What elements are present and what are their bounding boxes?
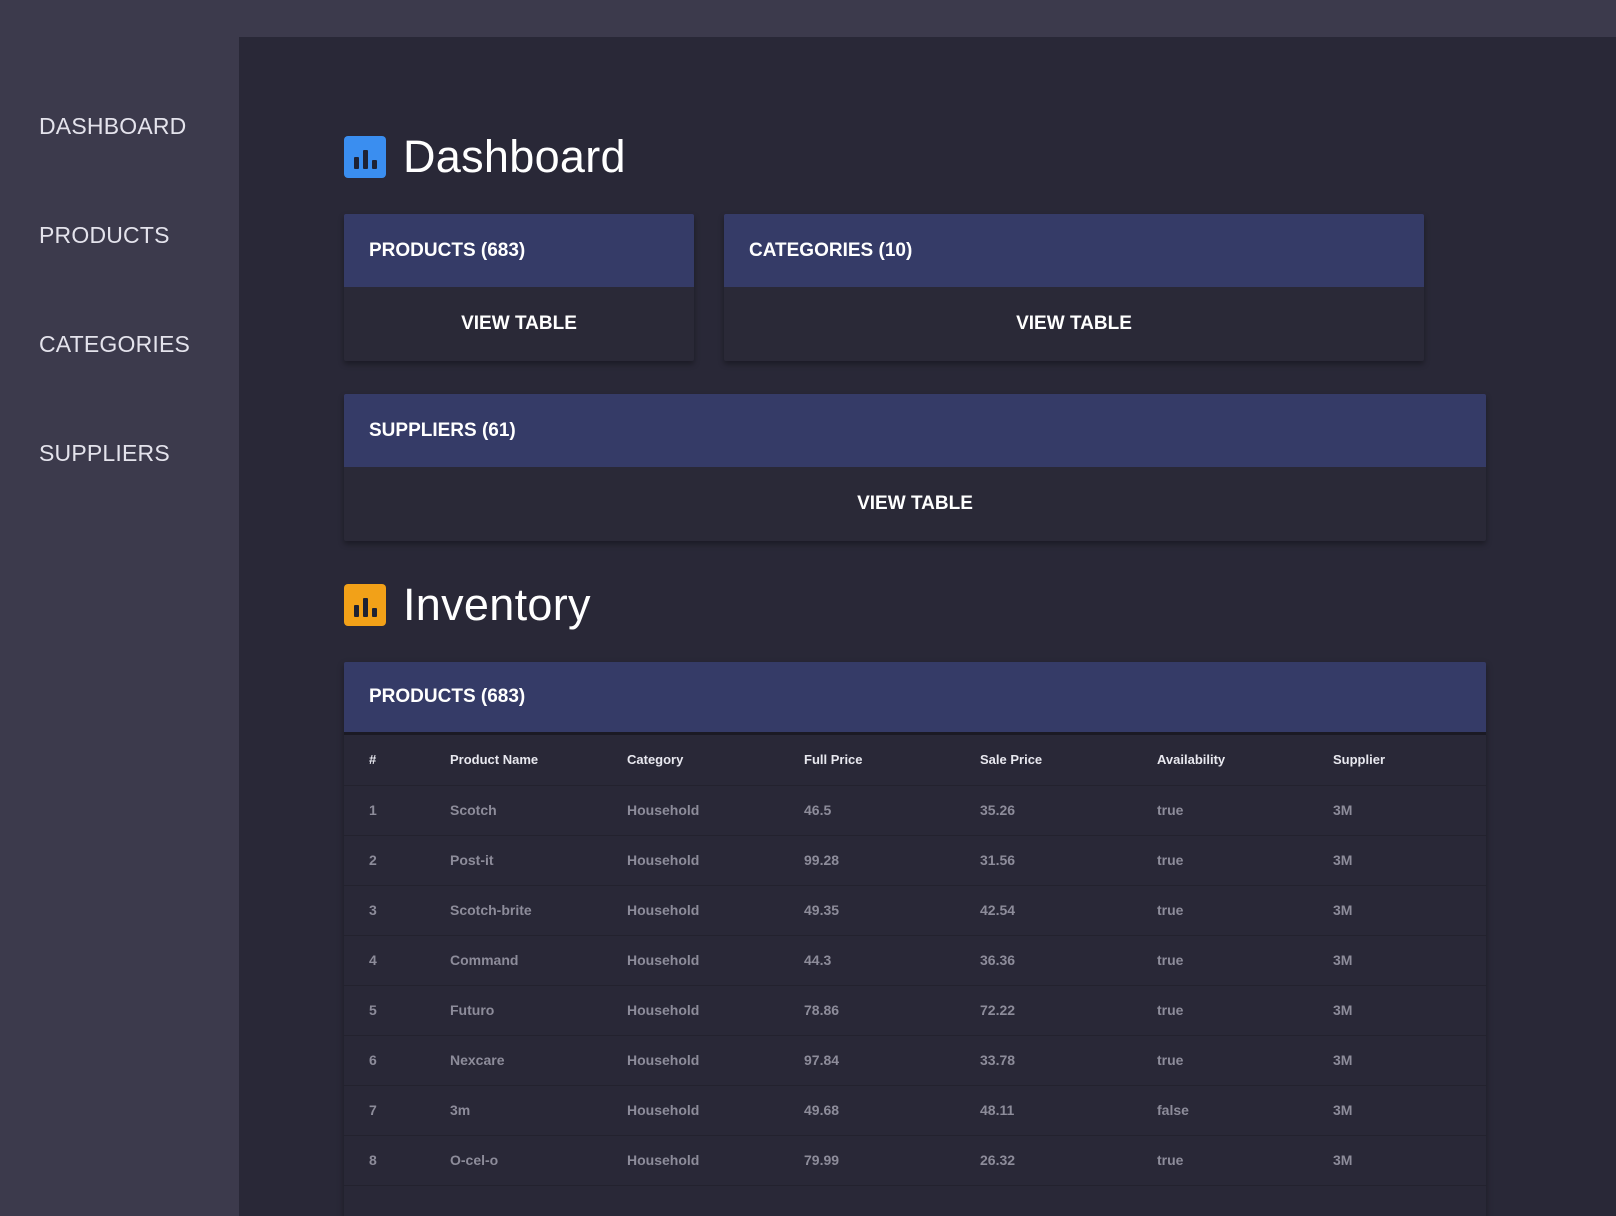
table-cell: Household (602, 1085, 779, 1136)
table-cell: 31.56 (955, 835, 1132, 886)
table-cell: 44.3 (779, 935, 955, 986)
table-cell: Command (425, 935, 602, 986)
table-cell: 3M (1308, 935, 1486, 986)
column-header[interactable]: Availability (1132, 735, 1308, 786)
table-cell: Futuro (425, 985, 602, 1036)
inventory-heading: Inventory (344, 579, 591, 631)
suppliers-card: SUPPLIERS (61) VIEW TABLE (344, 394, 1486, 541)
card-title: CATEGORIES (10) (724, 214, 1424, 287)
table-cell: 1 (344, 785, 425, 836)
table-cell: Household (602, 785, 779, 836)
table-cell: 35.26 (955, 785, 1132, 836)
table-cell: true (1132, 935, 1308, 986)
table-cell: 49.35 (779, 885, 955, 936)
table-row[interactable]: 2 Post-it Household 99.28 31.56 true 3M (344, 835, 1486, 886)
sidebar: DASHBOARD PRODUCTS CATEGORIES SUPPLIERS (0, 0, 239, 1216)
products-table: # Product Name Category Full Price Sale … (344, 735, 1486, 1186)
page-title: Dashboard (403, 131, 626, 182)
table-cell: 3M (1308, 1085, 1486, 1136)
top-bar (239, 0, 1616, 37)
table-cell: 36.36 (955, 935, 1132, 986)
column-header[interactable]: Product Name (425, 735, 602, 786)
column-header[interactable]: Sale Price (955, 735, 1132, 786)
table-row[interactable]: 8 O-cel-o Household 79.99 26.32 true 3M (344, 1135, 1486, 1186)
table-row[interactable]: 4 Command Household 44.3 36.36 true 3M (344, 935, 1486, 986)
table-cell: Scotch-brite (425, 885, 602, 936)
table-row[interactable]: 3 Scotch-brite Household 49.35 42.54 tru… (344, 885, 1486, 936)
table-cell: true (1132, 835, 1308, 886)
column-header[interactable]: Full Price (779, 735, 955, 786)
view-table-button[interactable]: VIEW TABLE (724, 287, 1424, 360)
table-cell: Nexcare (425, 1035, 602, 1086)
categories-card: CATEGORIES (10) VIEW TABLE (724, 214, 1424, 361)
sidebar-item-suppliers[interactable]: SUPPLIERS (39, 440, 170, 467)
table-cell: true (1132, 1135, 1308, 1186)
table-row[interactable]: 6 Nexcare Household 97.84 33.78 true 3M (344, 1035, 1486, 1086)
table-cell: true (1132, 885, 1308, 936)
sidebar-item-dashboard[interactable]: DASHBOARD (39, 113, 187, 140)
table-cell: 46.5 (779, 785, 955, 836)
view-table-button[interactable]: VIEW TABLE (344, 467, 1486, 540)
table-cell: 79.99 (779, 1135, 955, 1186)
table-cell: 8 (344, 1135, 425, 1186)
table-title: PRODUCTS (683) (344, 662, 1486, 735)
table-row[interactable]: 5 Futuro Household 78.86 72.22 true 3M (344, 985, 1486, 1036)
card-title: SUPPLIERS (61) (344, 394, 1486, 467)
table-cell: true (1132, 785, 1308, 836)
table-cell: true (1132, 1035, 1308, 1086)
table-cell: false (1132, 1085, 1308, 1136)
bar-chart-icon (344, 136, 386, 178)
section-title: Inventory (403, 579, 591, 630)
table-cell: O-cel-o (425, 1135, 602, 1186)
table-cell: 3m (425, 1085, 602, 1136)
table-cell: 5 (344, 985, 425, 1036)
sidebar-item-products[interactable]: PRODUCTS (39, 222, 170, 249)
table-cell: 3M (1308, 1135, 1486, 1186)
table-cell: true (1132, 985, 1308, 1036)
table-cell: 26.32 (955, 1135, 1132, 1186)
table-cell: Household (602, 935, 779, 986)
table-row[interactable]: 7 3m Household 49.68 48.11 false 3M (344, 1085, 1486, 1136)
card-title: PRODUCTS (683) (344, 214, 694, 287)
table-cell: 72.22 (955, 985, 1132, 1036)
table-cell: 2 (344, 835, 425, 886)
table-cell: Household (602, 835, 779, 886)
table-cell: Post-it (425, 835, 602, 886)
table-cell: Household (602, 885, 779, 936)
table-cell: Scotch (425, 785, 602, 836)
table-cell: Household (602, 1135, 779, 1186)
table-cell: Household (602, 985, 779, 1036)
table-cell: 48.11 (955, 1085, 1132, 1136)
table-cell: 3M (1308, 835, 1486, 886)
products-table-card: PRODUCTS (683) # Product Name Category F… (344, 662, 1486, 1216)
table-cell: 78.86 (779, 985, 955, 1036)
bar-chart-icon (344, 584, 386, 626)
table-cell: 3M (1308, 885, 1486, 936)
table-cell: 3M (1308, 985, 1486, 1036)
table-cell: Household (602, 1035, 779, 1086)
table-header-row: # Product Name Category Full Price Sale … (344, 735, 1486, 786)
table-cell: 3M (1308, 1035, 1486, 1086)
table-cell: 97.84 (779, 1035, 955, 1086)
table-row[interactable]: 1 Scotch Household 46.5 35.26 true 3M (344, 785, 1486, 836)
table-cell: 4 (344, 935, 425, 986)
table-cell: 42.54 (955, 885, 1132, 936)
sidebar-item-categories[interactable]: CATEGORIES (39, 331, 190, 358)
column-header[interactable]: Supplier (1308, 735, 1486, 786)
column-header[interactable]: Category (602, 735, 779, 786)
table-cell: 33.78 (955, 1035, 1132, 1086)
table-cell: 7 (344, 1085, 425, 1136)
products-card: PRODUCTS (683) VIEW TABLE (344, 214, 694, 361)
table-cell: 49.68 (779, 1085, 955, 1136)
dashboard-heading: Dashboard (344, 131, 626, 183)
table-cell: 99.28 (779, 835, 955, 886)
table-cell: 6 (344, 1035, 425, 1086)
table-cell: 3M (1308, 785, 1486, 836)
column-header[interactable]: # (344, 735, 425, 786)
table-cell: 3 (344, 885, 425, 936)
view-table-button[interactable]: VIEW TABLE (344, 287, 694, 360)
